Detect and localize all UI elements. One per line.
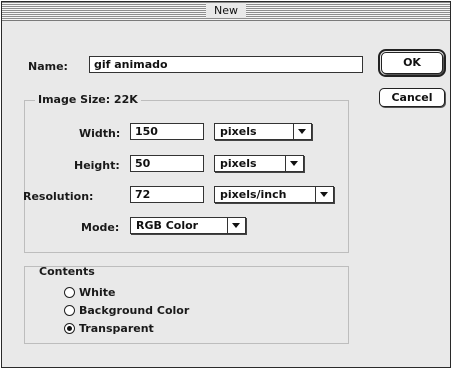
resolution-label: Resolution:	[23, 190, 94, 203]
width-label: Width:	[79, 127, 121, 140]
radio-button-transparent[interactable]	[64, 323, 75, 334]
height-input[interactable]: 50	[130, 155, 204, 172]
height-unit-arrow	[285, 156, 303, 171]
new-document-dialog: New Name: gif animado OK Cancel Image Si…	[1, 1, 451, 368]
radio-button-background-color[interactable]	[64, 305, 75, 316]
chevron-down-icon	[290, 161, 298, 166]
contents-title: Contents	[39, 265, 95, 278]
height-label: Height:	[74, 159, 120, 172]
title-bar[interactable]: New	[2, 2, 450, 21]
name-input[interactable]: gif animado	[89, 56, 363, 73]
mode-label: Mode:	[81, 221, 120, 234]
mode-value: RGB Color	[136, 219, 199, 232]
dialog-title: New	[206, 3, 246, 18]
radio-white-label: White	[79, 286, 116, 299]
mode-select[interactable]: RGB Color	[130, 217, 246, 234]
radio-background-color-label: Background Color	[79, 304, 190, 317]
radio-button-white[interactable]	[64, 287, 75, 298]
width-input[interactable]: 150	[130, 123, 204, 140]
width-unit-select[interactable]: pixels	[214, 123, 312, 140]
height-unit-select[interactable]: pixels	[214, 155, 304, 172]
cancel-button[interactable]: Cancel	[379, 88, 445, 107]
radio-transparent-label: Transparent	[79, 322, 154, 335]
image-size-title: Image Size: 22K	[35, 93, 141, 106]
ok-button[interactable]: OK	[378, 49, 446, 77]
chevron-down-icon	[232, 223, 240, 228]
width-unit-arrow	[293, 124, 311, 139]
mode-arrow	[227, 218, 245, 233]
height-unit-value: pixels	[220, 157, 257, 170]
chevron-down-icon	[298, 129, 306, 134]
chevron-down-icon	[320, 192, 328, 197]
resolution-unit-arrow	[315, 187, 333, 202]
resolution-unit-select[interactable]: pixels/inch	[214, 186, 334, 203]
resolution-input[interactable]: 72	[130, 186, 204, 203]
name-label: Name:	[28, 60, 68, 73]
width-unit-value: pixels	[220, 125, 257, 138]
resolution-unit-value: pixels/inch	[220, 188, 287, 201]
